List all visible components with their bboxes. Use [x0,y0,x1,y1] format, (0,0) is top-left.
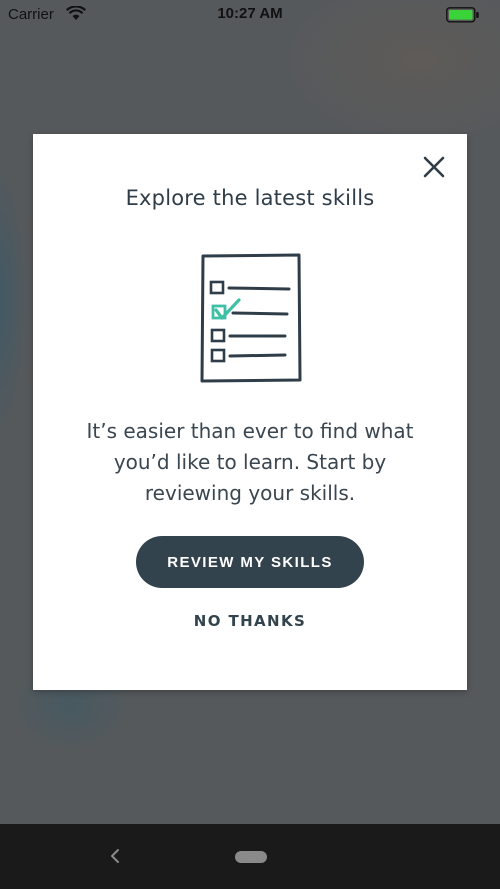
status-time: 10:27 AM [217,5,283,22]
close-icon [419,156,449,186]
system-nav-bar [0,824,500,889]
explore-skills-modal: Explore the latest skills It’s easier th… [33,134,467,690]
status-bar: Carrier 10:27 AM [0,0,500,30]
modal-description: It’s easier than ever to find what you’d… [86,419,414,505]
home-pill-icon[interactable] [235,851,267,863]
checklist-document-icon [199,252,303,388]
no-thanks-button[interactable]: NO THANKS [33,612,467,630]
chevron-left-icon[interactable] [108,848,122,868]
close-button[interactable] [419,152,449,182]
modal-title: Explore the latest skills [125,186,375,210]
review-my-skills-button[interactable]: REVIEW MY SKILLS [136,536,364,588]
battery-icon [446,7,480,27]
